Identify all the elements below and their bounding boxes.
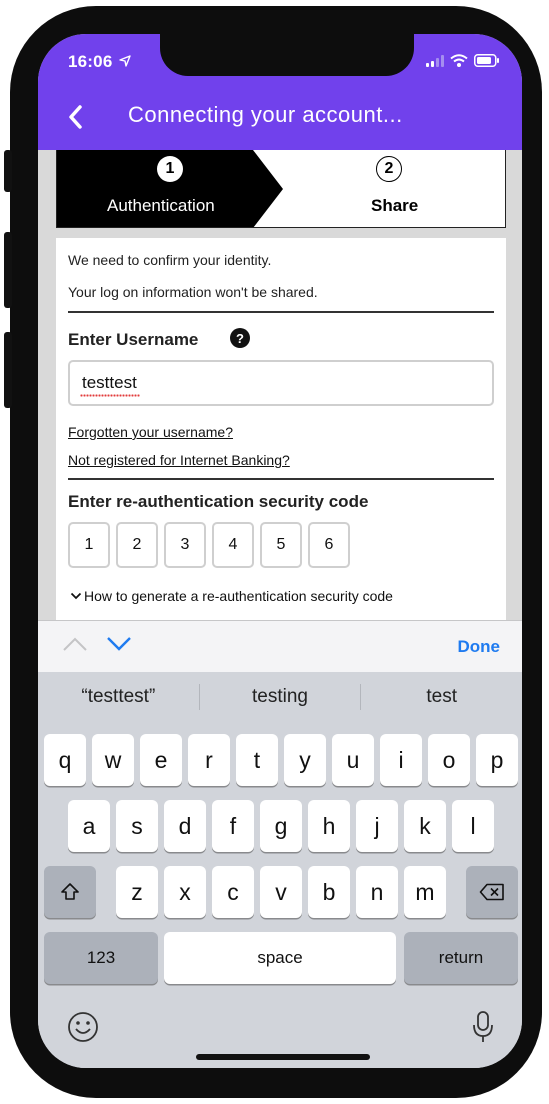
key-b[interactable]: b <box>308 866 350 918</box>
code-digit-5[interactable]: 5 <box>260 522 302 568</box>
volume-up-button <box>4 232 12 308</box>
suggestion-bar: “testtest” testing test <box>38 672 522 722</box>
intro-text-1: We need to confirm your identity. <box>68 252 272 268</box>
content-area[interactable]: 1 Authentication 2 Share We need to conf… <box>38 150 522 620</box>
spellcheck-underline <box>80 394 140 397</box>
screen: 16:06 Connecting your account... 1 Authe… <box>38 34 522 1068</box>
key-u[interactable]: u <box>332 734 374 786</box>
wifi-icon <box>450 54 468 67</box>
keyboard: “testtest” testing test q w e r t y u i … <box>38 672 522 1068</box>
key-q[interactable]: q <box>44 734 86 786</box>
security-code-inputs: 1 2 3 4 5 6 <box>68 522 350 568</box>
intro-text-2: Your log on information won't be shared. <box>68 284 318 300</box>
code-digit-6[interactable]: 6 <box>308 522 350 568</box>
next-field-icon[interactable] <box>106 635 132 653</box>
code-digit-2[interactable]: 2 <box>116 522 158 568</box>
key-r[interactable]: r <box>188 734 230 786</box>
key-h[interactable]: h <box>308 800 350 852</box>
username-label: Enter Username <box>68 330 199 349</box>
key-i[interactable]: i <box>380 734 422 786</box>
key-s[interactable]: s <box>116 800 158 852</box>
key-d[interactable]: d <box>164 800 206 852</box>
key-v[interactable]: v <box>260 866 302 918</box>
step-2-number: 2 <box>376 156 402 182</box>
register-link[interactable]: Not registered for Internet Banking? <box>68 452 290 468</box>
backspace-icon <box>479 883 504 901</box>
numbers-key[interactable]: 123 <box>44 932 158 984</box>
code-digit-3[interactable]: 3 <box>164 522 206 568</box>
keyboard-accessory-bar: Done <box>38 620 522 672</box>
title-bar: Connecting your account... <box>38 98 522 138</box>
forgotten-username-link[interactable]: Forgotten your username? <box>68 424 233 440</box>
divider <box>68 478 494 480</box>
app-header: 16:06 Connecting your account... <box>38 34 522 150</box>
delete-key[interactable] <box>466 866 518 918</box>
emoji-icon[interactable] <box>66 1010 100 1044</box>
key-e[interactable]: e <box>140 734 182 786</box>
previous-field-icon[interactable] <box>62 635 88 653</box>
suggestion-item[interactable]: “testtest” <box>38 672 199 722</box>
key-f[interactable]: f <box>212 800 254 852</box>
step-1-label: Authentication <box>107 196 215 215</box>
suggestion-item[interactable]: test <box>361 672 522 722</box>
page-title: Connecting your account... <box>128 102 403 127</box>
done-button[interactable]: Done <box>458 637 501 657</box>
cellular-signal-icon <box>426 54 444 67</box>
key-y[interactable]: y <box>284 734 326 786</box>
notch <box>160 34 414 76</box>
key-x[interactable]: x <box>164 866 206 918</box>
status-time: 16:06 <box>68 52 132 72</box>
key-o[interactable]: o <box>428 734 470 786</box>
login-form: We need to confirm your identity. Your l… <box>56 238 506 620</box>
security-code-label: Enter re-authentication security code <box>68 492 369 511</box>
chevron-down-icon <box>70 592 82 600</box>
key-n[interactable]: n <box>356 866 398 918</box>
location-arrow-icon <box>119 55 132 67</box>
key-j[interactable]: j <box>356 800 398 852</box>
help-icon[interactable]: ? <box>230 328 250 348</box>
key-a[interactable]: a <box>68 800 110 852</box>
key-t[interactable]: t <box>236 734 278 786</box>
step-2-label: Share <box>371 196 419 215</box>
status-icons <box>426 54 500 67</box>
key-w[interactable]: w <box>92 734 134 786</box>
mute-switch <box>4 150 12 192</box>
key-p[interactable]: p <box>476 734 518 786</box>
username-input[interactable] <box>68 360 494 406</box>
home-indicator[interactable] <box>196 1054 370 1060</box>
shift-key[interactable] <box>44 866 96 918</box>
key-l[interactable]: l <box>452 800 494 852</box>
code-digit-1[interactable]: 1 <box>68 522 110 568</box>
back-chevron-icon[interactable] <box>64 102 88 132</box>
key-g[interactable]: g <box>260 800 302 852</box>
how-to-generate-toggle[interactable]: How to generate a re-authentication secu… <box>70 588 393 604</box>
step-indicator: 1 Authentication 2 Share <box>56 150 506 228</box>
key-k[interactable]: k <box>404 800 446 852</box>
shift-icon <box>61 883 79 900</box>
step-1-number: 1 <box>157 156 183 182</box>
key-c[interactable]: c <box>212 866 254 918</box>
battery-icon <box>474 54 499 67</box>
return-key[interactable]: return <box>404 932 518 984</box>
key-m[interactable]: m <box>404 866 446 918</box>
microphone-icon[interactable] <box>472 1010 494 1044</box>
code-digit-4[interactable]: 4 <box>212 522 254 568</box>
divider <box>68 311 494 313</box>
key-z[interactable]: z <box>116 866 158 918</box>
volume-down-button <box>4 332 12 408</box>
suggestion-item[interactable]: testing <box>200 672 361 722</box>
how-to-label: How to generate a re-authentication secu… <box>84 588 393 604</box>
space-key[interactable]: space <box>164 932 396 984</box>
